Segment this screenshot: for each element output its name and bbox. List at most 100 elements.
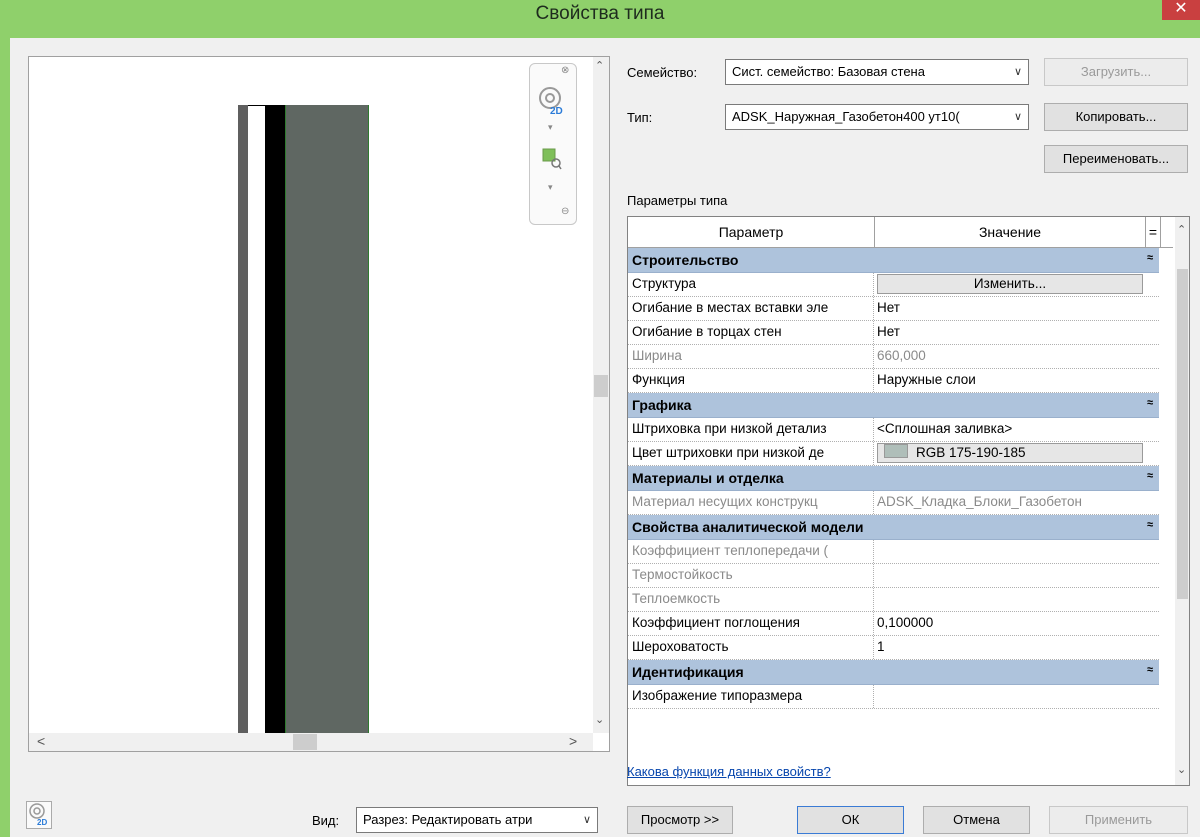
copy-button[interactable]: Копировать... <box>1044 103 1188 131</box>
svg-text:2D: 2D <box>550 106 563 116</box>
help-link[interactable]: Какова функция данных свойств? <box>627 764 831 779</box>
collapse-icon[interactable]: ≈ <box>1147 397 1153 409</box>
color-picker-button[interactable]: RGB 175-190-185 <box>877 443 1143 463</box>
parameter-value: RGB 175-190-185 <box>916 445 1026 460</box>
group-title: Графика <box>632 397 692 413</box>
column-separator <box>873 636 875 659</box>
preview-horizontal-scrollbar[interactable]: < > <box>29 733 593 751</box>
chevron-down-icon[interactable]: ▾ <box>548 122 553 133</box>
group-header[interactable]: Строительство ≈ <box>628 248 1159 273</box>
group-header[interactable]: Идентификация ≈ <box>628 660 1159 685</box>
parameter-name: Материал несущих конструкц <box>632 494 818 509</box>
chevron-down-icon: ∨ <box>1013 66 1022 78</box>
column-separator <box>873 685 875 708</box>
group-header[interactable]: Графика ≈ <box>628 393 1159 418</box>
apply-button[interactable]: Применить <box>1049 806 1188 834</box>
parameter-value[interactable]: Наружные слои <box>877 372 1157 387</box>
parameter-value[interactable]: 0,100000 <box>877 615 1157 630</box>
scroll-down-arrow[interactable]: ⌄ <box>595 713 604 726</box>
group-title: Свойства аналитической модели <box>632 519 864 535</box>
parameter-name: Огибание в торцах стен <box>632 324 782 339</box>
scroll-left-arrow[interactable]: < <box>37 733 45 749</box>
collapse-icon[interactable]: ≈ <box>1147 519 1153 531</box>
air-gap-layer <box>248 105 265 751</box>
parameter-row[interactable]: Шероховатость 1 <box>628 636 1159 660</box>
collapse-icon[interactable]: ≈ <box>1147 252 1153 264</box>
color-swatch <box>884 444 908 458</box>
scroll-thumb[interactable] <box>1177 269 1188 599</box>
parameter-row[interactable]: Штриховка при низкой детализ <Сплошная за… <box>628 418 1159 442</box>
column-separator <box>873 491 875 514</box>
column-separator <box>873 564 875 587</box>
nav-options-icon[interactable]: ⊖ <box>561 206 569 217</box>
ok-button[interactable]: ОК <box>797 806 904 834</box>
column-separator <box>873 588 875 611</box>
parameter-row[interactable]: Термостойкость <box>628 564 1159 588</box>
zoom-region-icon[interactable] <box>542 148 562 173</box>
parameter-value[interactable]: 660,000 <box>877 348 1157 363</box>
family-select-value: Сист. семейство: Базовая стена <box>732 64 925 79</box>
scroll-thumb[interactable] <box>293 734 317 750</box>
chevron-down-icon: ∨ <box>1013 111 1022 123</box>
parameter-row[interactable]: Материал несущих конструкц ADSK_Кладка_Бл… <box>628 491 1159 515</box>
load-button[interactable]: Загрузить... <box>1044 58 1188 86</box>
insulation-layer <box>265 105 285 751</box>
parameter-row[interactable]: Теплоемкость <box>628 588 1159 612</box>
parameter-row[interactable]: Ширина 660,000 <box>628 345 1159 369</box>
parameter-value[interactable]: Нет <box>877 300 1157 315</box>
parameter-row[interactable]: Коэффициент поглощения 0,100000 <box>628 612 1159 636</box>
parameter-value[interactable]: 1 <box>877 639 1157 654</box>
column-separator <box>873 369 875 392</box>
close-button[interactable]: ✕ <box>1162 0 1200 20</box>
scroll-up-arrow[interactable]: ⌃ <box>1177 223 1186 236</box>
column-header-parameter[interactable]: Параметр <box>628 217 875 247</box>
parameter-name: Коэффициент поглощения <box>632 615 800 630</box>
type-select[interactable]: ADSK_Наружная_Газобетон400 ут10( ∨ <box>725 104 1029 130</box>
parameter-row[interactable]: Огибание в торцах стен Нет <box>628 321 1159 345</box>
core-layer <box>285 105 369 751</box>
column-separator <box>873 297 875 320</box>
scroll-down-arrow[interactable]: ⌄ <box>1177 763 1186 776</box>
column-separator <box>873 321 875 344</box>
family-select[interactable]: Сист. семейство: Базовая стена ∨ <box>725 59 1029 85</box>
group-title: Материалы и отделка <box>632 470 784 486</box>
edit-structure-button[interactable]: Изменить... <box>877 274 1143 294</box>
preview-toggle-button[interactable]: Просмотр >> <box>627 806 733 834</box>
parameter-name: Шероховатость <box>632 639 729 654</box>
parameter-row[interactable]: Функция Наружные слои <box>628 369 1159 393</box>
parameter-value[interactable]: <Сплошная заливка> <box>877 421 1157 436</box>
collapse-icon[interactable]: ≈ <box>1147 470 1153 482</box>
scroll-right-arrow[interactable]: > <box>569 733 577 749</box>
parameter-row[interactable]: Цвет штриховки при низкой де RGB 175-190-… <box>628 442 1159 466</box>
collapse-icon[interactable]: ≈ <box>1147 664 1153 676</box>
preview-pane[interactable]: ⊗ 2D ▾ ▾ ⊖ ⌃ ⌄ < > <box>28 56 610 752</box>
parameter-row[interactable]: Структура Изменить... <box>628 273 1159 297</box>
rename-button[interactable]: Переименовать... <box>1044 145 1188 173</box>
preview-vertical-scrollbar[interactable]: ⌃ ⌄ <box>593 57 609 733</box>
group-header[interactable]: Свойства аналитической модели ≈ <box>628 515 1159 540</box>
parameter-name: Коэффициент теплопередачи ( <box>632 543 829 558</box>
navigation-wheel-2d-icon[interactable]: 2D <box>538 86 566 119</box>
parameter-value[interactable]: Нет <box>877 324 1157 339</box>
parameter-row[interactable]: Изображение типоразмера <box>628 685 1159 709</box>
parameters-grid[interactable]: Параметр Значение = Строительство ≈ Структ… <box>627 216 1190 786</box>
cancel-button[interactable]: Отмена <box>923 806 1030 834</box>
group-title: Строительство <box>632 252 739 268</box>
parameter-row[interactable]: Огибание в местах вставки эле Нет <box>628 297 1159 321</box>
navigation-wheel-2d-icon[interactable]: 2D <box>26 801 52 829</box>
column-header-value[interactable]: Значение <box>875 217 1146 247</box>
parameter-value[interactable]: ADSK_Кладка_Блоки_Газобетон <box>877 494 1157 509</box>
parameter-row[interactable]: Коэффициент теплопередачи ( <box>628 540 1159 564</box>
scroll-up-arrow[interactable]: ⌃ <box>595 59 604 72</box>
column-header-equals[interactable]: = <box>1146 217 1161 247</box>
window-title: Свойства типа <box>535 3 665 24</box>
group-header[interactable]: Материалы и отделка ≈ <box>628 466 1159 491</box>
scroll-thumb[interactable] <box>594 375 608 397</box>
close-nav-icon[interactable]: ⊗ <box>561 65 569 76</box>
parameter-name: Огибание в местах вставки эле <box>632 300 829 315</box>
column-separator <box>873 273 875 296</box>
column-separator <box>873 612 875 635</box>
column-separator <box>873 442 875 465</box>
view-select[interactable]: Разрез: Редактировать атри ∨ <box>356 807 598 833</box>
chevron-down-icon[interactable]: ▾ <box>548 182 553 193</box>
